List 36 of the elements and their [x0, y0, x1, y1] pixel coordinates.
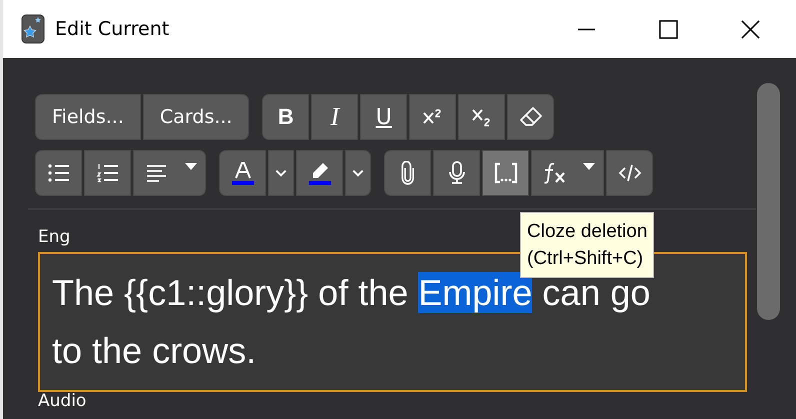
bullet-list-button[interactable] [35, 150, 82, 196]
field-label: Eng [38, 227, 70, 247]
record-button[interactable] [433, 150, 480, 196]
bold-button[interactable]: B [262, 94, 310, 140]
brackets-icon [494, 161, 518, 185]
numbered-list-icon [96, 161, 120, 185]
highlight-button[interactable] [296, 150, 343, 196]
field-label: Audio [38, 391, 86, 411]
dropdown-button[interactable] [345, 150, 371, 196]
editor-text: to the crows. [52, 330, 256, 371]
underline-button[interactable]: U [360, 94, 408, 140]
maximize-icon[interactable] [659, 20, 678, 38]
letter-a-icon [234, 162, 250, 179]
toolbar-button[interactable]: Fields... [35, 94, 141, 140]
window-title: Edit Current [55, 18, 170, 40]
editor-text: The {{c1::glory}} of the [52, 272, 410, 313]
subscript-button[interactable] [458, 94, 506, 140]
attach-button[interactable] [384, 150, 431, 196]
clear-format-button[interactable] [507, 94, 554, 140]
pen-icon [312, 163, 328, 178]
text-color-button[interactable] [219, 150, 266, 196]
align-button[interactable] [133, 150, 206, 196]
close-icon[interactable] [741, 20, 760, 38]
numbered-list-button[interactable] [84, 150, 131, 196]
tooltip: Cloze deletion (Ctrl+Shift+C) [520, 212, 654, 278]
superscript-button[interactable] [409, 94, 456, 140]
html-button[interactable] [606, 150, 653, 196]
function-icon [543, 161, 567, 185]
formula-button[interactable] [531, 150, 604, 196]
scrollbar-thumb[interactable] [757, 83, 780, 320]
editor-text: Empire [418, 272, 532, 313]
italic-button[interactable]: I [311, 94, 358, 140]
toolbar-button[interactable]: Cards... [142, 94, 250, 140]
eraser-icon [518, 105, 543, 129]
dropdown-button[interactable] [268, 150, 294, 196]
cloze-button[interactable] [482, 150, 529, 196]
